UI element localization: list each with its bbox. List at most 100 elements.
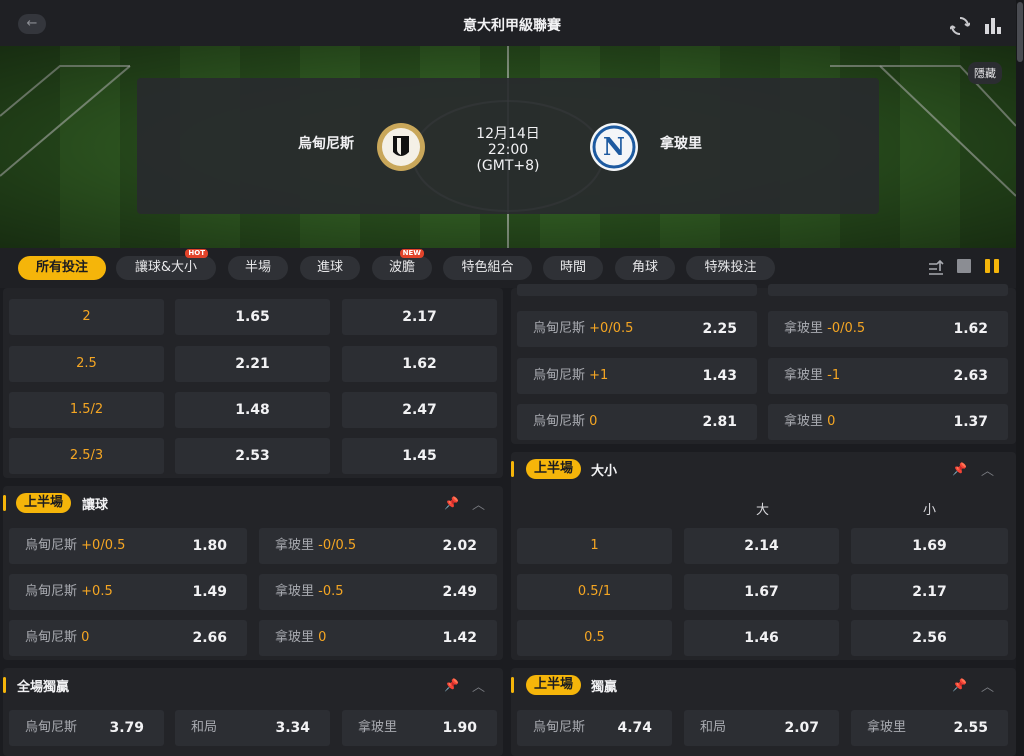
ou-under-odd[interactable]: 1.69 [851,528,1008,564]
ou-over-odd[interactable]: 2.14 [684,528,839,564]
draw-label: 和局 [700,720,727,735]
away-win-option[interactable]: 拿玻里 2.55 [851,710,1008,746]
home-win-option[interactable]: 烏甸尼斯 3.79 [9,710,164,746]
draw-option[interactable]: 和局 2.07 [684,710,839,746]
handicap-home-option[interactable]: 烏甸尼斯 +0.5 1.49 [9,574,247,610]
team-name: 拿玻里 [784,321,824,336]
home-team-crest-icon [377,123,425,171]
team-name: 拿玻里 [275,630,315,645]
ou-over-odd[interactable]: 1.48 [175,392,330,428]
handicap-line: +0.5 [81,584,113,599]
away-win-option[interactable]: 拿玻里 1.90 [342,710,497,746]
match-hero: 隱藏 烏甸尼斯 12月14日 22:00 (GMT+8) N 拿玻里 [0,46,1016,248]
half-badge: 上半場 [526,675,582,695]
handicap-away-option[interactable]: 拿玻里 -0/0.5 2.02 [259,528,497,564]
ou-under-odd[interactable]: 2.17 [851,574,1008,610]
handicap-home-option[interactable]: 烏甸尼斯 +1 1.43 [517,358,757,394]
tab-correct-score[interactable]: 波膽 NEW [372,249,432,280]
handicap-away-option[interactable]: 拿玻里 0 1.42 [259,620,497,656]
ou-under-odd[interactable]: 1.62 [342,346,497,382]
chevron-up-icon[interactable]: ︿ [981,676,994,695]
ou-over-odd[interactable]: 1.65 [175,299,330,335]
handicap-home-option[interactable]: 烏甸尼斯 0 2.66 [9,620,247,656]
tab-label: 半場 [244,260,271,275]
handicap-away-option[interactable]: 拿玻里 -0/0.5 1.62 [768,311,1008,347]
team-name: 拿玻里 [275,584,315,599]
tab-handicap-ou[interactable]: 讓球&大小 HOT [116,249,216,280]
collapse-all-icon[interactable] [927,258,945,276]
team-name: 拿玻里 [784,368,824,383]
section-header[interactable]: 全場獨贏 📌 ︿ [3,668,503,702]
tab-corners[interactable]: 角球 [615,256,675,280]
first-half-ou-panel: 上半場 大小 📌 ︿ 大 小 1 2.14 1.69 0.5/1 1.67 2.… [511,452,1016,660]
tab-special[interactable]: 特殊投注 [686,256,775,280]
new-badge: NEW [399,249,424,258]
ou-over-odd[interactable]: 2.53 [175,438,330,474]
handicap-line: -0/0.5 [318,538,357,553]
bet-type-tabs: 所有投注 讓球&大小 HOT 半場 進球 波膽 NEW 特色組合 時間 角球 特殊投… [0,248,1016,288]
tab-combo[interactable]: 特色組合 [443,256,532,280]
handicap-home-option[interactable]: 烏甸尼斯 +0/0.5 1.80 [9,528,247,564]
odd-value: 2.55 [953,720,988,736]
first-half-1x2-panel: 上半場 獨贏 📌 ︿ 烏甸尼斯 4.74 和局 2.07 拿玻里 2.55 [511,668,1016,756]
over-column-header: 大 [756,503,770,518]
scrollbar-thumb[interactable] [1017,2,1023,62]
section-header[interactable]: 上半場 讓球 📌 ︿ [3,486,503,520]
team-name: 烏甸尼斯 [25,720,78,735]
pin-icon[interactable]: 📌 [952,678,967,692]
ou-under-odd[interactable]: 1.45 [342,438,497,474]
odd-value: 3.79 [109,720,144,736]
draw-label: 和局 [191,720,218,735]
refresh-icon[interactable] [950,16,970,36]
single-column-icon[interactable] [956,258,972,274]
ou-line: 2.5 [9,346,164,382]
stats-icon[interactable] [983,16,1003,36]
odd-value: 1.37 [953,414,988,430]
ou-over-odd[interactable]: 2.21 [175,346,330,382]
pin-icon[interactable]: 📌 [444,496,459,510]
ou-under-odd[interactable]: 2.56 [851,620,1008,656]
odd-value: 2.02 [442,538,477,554]
section-header[interactable]: 上半場 大小 📌 ︿ [511,452,1016,486]
ou-over-odd[interactable]: 1.67 [684,574,839,610]
two-column-icon[interactable] [984,258,1000,274]
team-name: 烏甸尼斯 [533,414,586,429]
section-title: 大小 [591,464,618,479]
handicap-home-option[interactable]: 烏甸尼斯 +0/0.5 2.25 [517,311,757,347]
handicap-line: -0/0.5 [827,321,866,336]
handicap-home-option[interactable]: 烏甸尼斯 0 2.81 [517,404,757,440]
handicap-away-option[interactable]: 拿玻里 -1 2.63 [768,358,1008,394]
handicap-away-option[interactable]: 拿玻里 -0.5 2.49 [259,574,497,610]
ou-under-odd[interactable]: 2.47 [342,392,497,428]
match-time: 22:00 [487,142,529,158]
chevron-up-icon[interactable]: ︿ [472,676,485,695]
full-time-ou-panel: 2 1.65 2.17 2.5 2.21 1.62 1.5/2 1.48 2.4… [3,288,503,478]
ou-under-odd[interactable]: 2.17 [342,299,497,335]
pin-icon[interactable]: 📌 [444,678,459,692]
away-team-crest-icon: N [590,123,638,171]
team-name: 拿玻里 [358,720,398,735]
kickoff-time: 12月14日 22:00 (GMT+8) [457,126,559,174]
ou-over-odd[interactable]: 1.46 [684,620,839,656]
page-title: 意大利甲級聯賽 [463,18,561,34]
section-header[interactable]: 上半場 獨贏 📌 ︿ [511,668,1016,702]
handicap-away-option[interactable]: 拿玻里 0 1.37 [768,404,1008,440]
tab-label: 所有投注 [35,260,88,275]
hide-button[interactable]: 隱藏 [968,62,1002,84]
draw-option[interactable]: 和局 3.34 [175,710,330,746]
chevron-up-icon[interactable]: ︿ [472,494,485,513]
section-title: 讓球 [82,498,109,513]
pin-icon[interactable]: 📌 [952,462,967,476]
team-name: 烏甸尼斯 [25,538,78,553]
home-win-option[interactable]: 烏甸尼斯 4.74 [517,710,672,746]
tab-half[interactable]: 半場 [228,256,288,280]
handicap-line: 0 [589,414,598,429]
chevron-up-icon[interactable]: ︿ [981,460,994,479]
tab-goals[interactable]: 進球 [300,256,360,280]
page-scrollbar[interactable] [1016,0,1024,756]
tab-time[interactable]: 時間 [543,256,603,280]
tab-all-bets[interactable]: 所有投注 [18,256,106,280]
accent-bar [3,495,6,511]
ou-line: 0.5 [517,620,672,656]
odd-value: 1.42 [442,630,477,646]
